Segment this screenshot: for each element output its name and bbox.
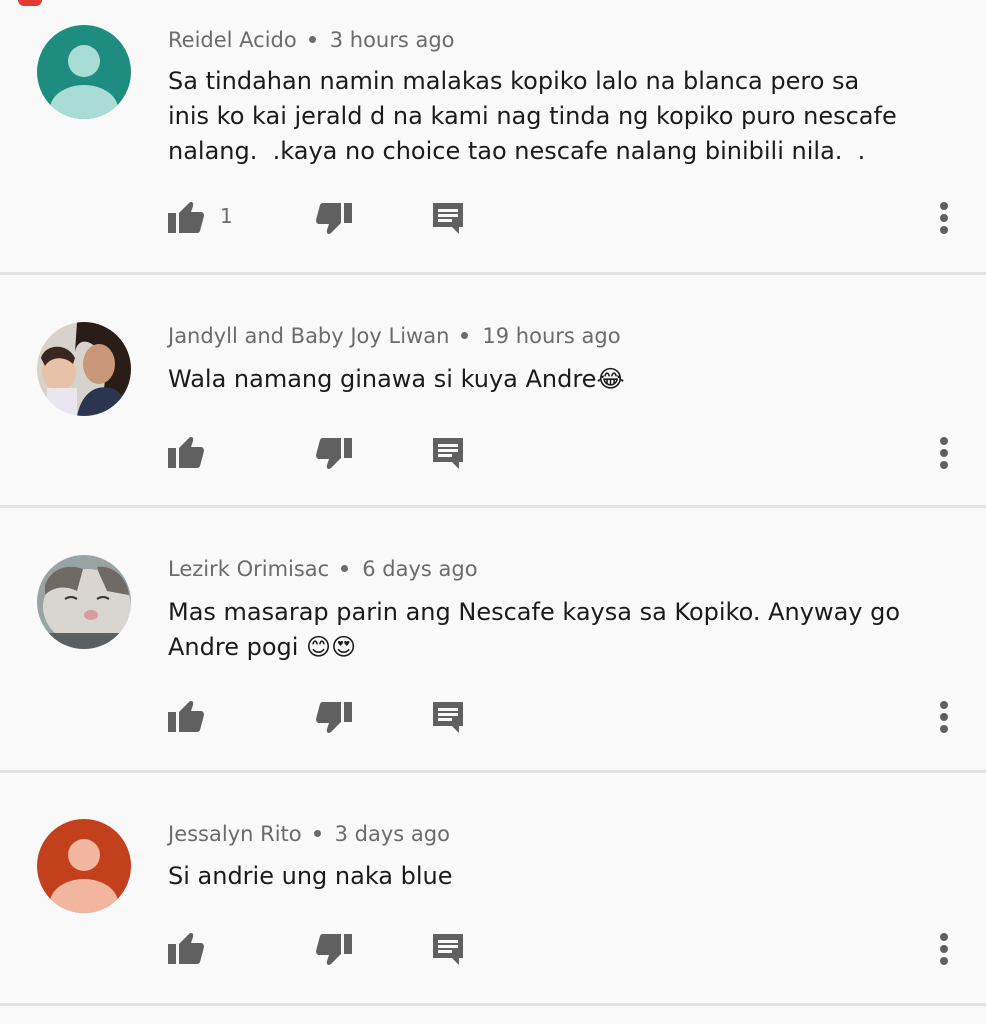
thumb-up-icon [168,437,204,468]
comment-item: Lezirk Orimisac 6 days ago Mas masarap pa… [0,508,986,773]
comment-time: 3 hours ago [329,28,455,52]
more-options-button[interactable] [922,196,966,240]
comment-time: 6 days ago [362,557,478,581]
comment-author[interactable]: Jandyll and Baby Joy Liwan [168,324,449,348]
reply-button[interactable] [426,196,470,240]
comment-text: Si andrie ung naka blue [168,862,453,890]
comment-meta: Jandyll and Baby Joy Liwan 19 hours ago [168,324,621,348]
thumb-up-icon [168,933,204,964]
more-options-button[interactable] [922,431,966,475]
thumb-down-icon [316,438,352,469]
separator-dot [308,35,316,43]
comment-meta: Lezirk Orimisac 6 days ago [168,557,478,581]
comment-actions [0,695,986,739]
avatar[interactable] [37,25,131,119]
avatar[interactable] [37,555,131,649]
comment-author[interactable]: Reidel Acido [168,28,297,52]
thumb-down-icon [316,934,352,965]
separator-dot [341,564,349,572]
comment-meta: Reidel Acido 3 hours ago [168,28,455,52]
thumb-down-icon [316,203,352,234]
dislike-button[interactable] [312,196,356,240]
default-avatar-icon [37,25,131,119]
more-vert-icon [940,933,948,965]
reply-button[interactable] [426,927,470,971]
comment-text: Mas masarap parin ang Nescafe kaysa sa K… [168,598,901,661]
comment-text: Wala namang ginawa si kuya Andre😂 [168,365,625,393]
dislike-button[interactable] [312,431,356,475]
thumb-up-icon [168,701,204,732]
comment-icon [433,702,463,733]
avatar[interactable] [37,819,131,913]
dislike-button[interactable] [312,927,356,971]
more-options-button[interactable] [922,927,966,971]
separator-dot [461,331,469,339]
comment-text: Sa tindahan namin malakas kopiko lalo na… [168,67,897,165]
reply-button[interactable] [426,431,470,475]
profile-photo [37,555,131,649]
comment-item: Reidel Acido 3 hours ago Sa tindahan nami… [0,0,986,275]
more-options-button[interactable] [922,695,966,739]
comment-author[interactable]: Lezirk Orimisac [168,557,329,581]
like-button[interactable] [164,431,208,475]
thumb-down-icon [316,702,352,733]
more-vert-icon [940,701,948,733]
comment-icon [433,203,463,234]
comment-icon [433,934,463,965]
comment-item: Jandyll and Baby Joy Liwan 19 hours ago W… [0,275,986,508]
profile-photo [37,322,131,416]
default-avatar-icon [37,819,131,913]
thumb-up-icon [168,202,204,233]
like-count: 1 [220,204,233,228]
comment-icon [433,438,463,469]
like-button[interactable] [164,695,208,739]
comment-meta: Jessalyn Rito 3 days ago [168,822,450,846]
comment-time: 3 days ago [334,822,450,846]
comment-item: Jessalyn Rito 3 days ago Si andrie ung na… [0,773,986,1006]
avatar[interactable] [37,322,131,416]
more-vert-icon [940,202,948,234]
comment-author[interactable]: Jessalyn Rito [168,822,302,846]
separator-dot [313,829,321,837]
dislike-button[interactable] [312,695,356,739]
comment-actions: 1 [0,196,986,240]
like-button[interactable] [164,196,208,240]
more-vert-icon [940,437,948,469]
comment-time: 19 hours ago [482,324,621,348]
comment-actions [0,927,986,971]
comment-actions [0,431,986,475]
like-button[interactable] [164,927,208,971]
reply-button[interactable] [426,695,470,739]
